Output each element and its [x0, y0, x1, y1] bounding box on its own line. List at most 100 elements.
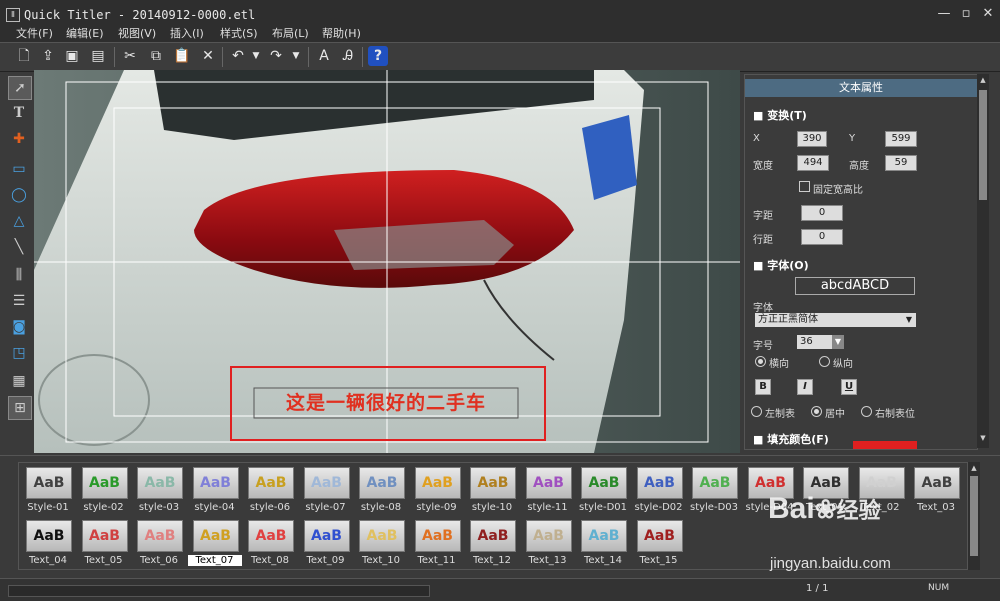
style-item[interactable]: AaB style-D02 [632, 467, 686, 517]
new-file-icon[interactable]: 🗋 [14, 46, 34, 66]
maximize-button[interactable]: ▫ [956, 5, 976, 23]
right-tab-radio[interactable] [861, 406, 872, 417]
scroll-up-icon[interactable]: ▲ [978, 76, 988, 86]
crosshair-tool-icon[interactable]: ✚ [8, 128, 30, 150]
font-size-select[interactable]: 36 ▼ [797, 335, 844, 349]
style-item[interactable]: AaB style-11 [521, 467, 575, 517]
fill-section[interactable]: ■ 填充颜色(F) [753, 431, 829, 447]
x-input[interactable]: 390 [797, 131, 827, 147]
left-tab-radio[interactable] [751, 406, 762, 417]
select-tool-icon[interactable]: ➚ [8, 76, 32, 100]
undo-icon[interactable]: ↶ [228, 46, 248, 66]
style-item[interactable]: AaB Text_12 [465, 520, 519, 570]
app-icon: Ⅱ [6, 8, 20, 22]
style-item[interactable]: AaB Text_08 [243, 520, 297, 570]
open-file-icon[interactable]: ⇪ [38, 46, 58, 66]
text-tool-icon[interactable]: T [8, 102, 30, 124]
text-style-icon[interactable]: A [314, 46, 334, 66]
save-all-icon[interactable]: ▤ [88, 46, 108, 66]
minimize-button[interactable]: — [934, 5, 954, 23]
paste-icon[interactable]: 📋 [172, 46, 192, 66]
italic-button[interactable]: I [797, 379, 813, 395]
style-item[interactable]: AaB Text_03 [909, 467, 963, 517]
toolbar-separator [114, 47, 115, 67]
style-item[interactable]: AaB Style-01 [21, 467, 75, 517]
delete-icon[interactable]: ✕ [198, 46, 218, 66]
style-item[interactable]: AaB Text_07 [187, 520, 242, 570]
style-gallery-scrollbar[interactable]: ▲ [968, 462, 980, 570]
style-item[interactable]: AaB Text_04 [21, 520, 75, 570]
style-item[interactable]: AaB style-08 [354, 467, 408, 517]
ellipse-tool-icon[interactable]: ◯ [8, 184, 30, 206]
menu-view[interactable]: 视图(V) [118, 26, 156, 42]
scroll-up-icon[interactable]: ▲ [969, 464, 979, 472]
undo-dropdown-icon[interactable]: ▼ [250, 46, 262, 66]
table-tool-icon[interactable]: ⊞ [8, 396, 32, 420]
style-item[interactable]: AaB Text_11 [410, 520, 464, 570]
y-input[interactable]: 599 [885, 131, 917, 147]
style-item[interactable]: AaB Text_09 [299, 520, 353, 570]
char-spacing-input[interactable]: 0 [801, 205, 843, 221]
menu-insert[interactable]: 插入(I) [170, 26, 204, 42]
close-button[interactable]: ✕ [978, 5, 998, 23]
style-item[interactable]: AaB Text_13 [521, 520, 575, 570]
center-tool-icon[interactable]: ◙ [8, 316, 30, 338]
menu-layout[interactable]: 布局(L) [272, 26, 309, 42]
font-section[interactable]: ■ 字体(O) [753, 257, 809, 273]
style-item[interactable]: AaB style-D03 [687, 467, 741, 517]
style-item[interactable]: AaB Text_05 [77, 520, 131, 570]
cut-icon[interactable]: ✂ [120, 46, 140, 66]
bold-button[interactable]: B [755, 379, 771, 395]
height-input[interactable]: 59 [885, 155, 917, 171]
save-icon[interactable]: ▣ [62, 46, 82, 66]
style-item[interactable]: AaB style-07 [299, 467, 353, 517]
line-spacing-input[interactable]: 0 [801, 229, 843, 245]
panel-scroll-thumb[interactable] [979, 90, 987, 200]
grid-tool-icon[interactable]: ▦ [8, 370, 30, 392]
style-thumbnail: AaB [303, 520, 350, 552]
caption-text[interactable]: 这是一辆很好的二手车 [254, 388, 518, 418]
lock-aspect-checkbox[interactable] [799, 181, 810, 192]
style-item[interactable]: AaB Text_06 [132, 520, 186, 570]
scroll-down-icon[interactable]: ▼ [978, 434, 988, 444]
menu-style[interactable]: 样式(S) [220, 26, 258, 42]
preview-canvas[interactable]: 这是一辆很好的二手车 [34, 70, 740, 453]
style-item[interactable]: AaB style-03 [132, 467, 186, 517]
vertical-radio[interactable] [819, 356, 830, 367]
redo-icon[interactable]: ↷ [266, 46, 286, 66]
font-family-select[interactable]: 方正正黑简体 ▼ [755, 313, 916, 327]
help-icon[interactable]: ? [368, 46, 388, 66]
menu-file[interactable]: 文件(F) [16, 26, 53, 42]
menu-edit[interactable]: 编辑(E) [66, 26, 104, 42]
copy-icon[interactable]: ⧉ [146, 46, 166, 66]
style-thumbnail: AaB [26, 520, 72, 552]
underline-button[interactable]: U [841, 379, 857, 395]
gallery-scroll-thumb[interactable] [970, 476, 978, 556]
redo-dropdown-icon[interactable]: ▼ [290, 46, 302, 66]
style-item[interactable]: AaB Text_10 [354, 520, 408, 570]
distribute-tool-icon[interactable]: ☰ [8, 290, 30, 312]
text-effect-icon[interactable]: Ꭿ [338, 46, 358, 66]
width-input[interactable]: 494 [797, 155, 829, 171]
rectangle-tool-icon[interactable]: ▭ [8, 158, 30, 180]
triangle-tool-icon[interactable]: △ [8, 210, 30, 232]
line-tool-icon[interactable]: ╲ [8, 236, 30, 258]
style-item[interactable]: AaB Text_14 [576, 520, 630, 570]
align-tool-icon[interactable]: ⫼ [8, 264, 30, 286]
style-item[interactable]: AaB style-04 [188, 467, 242, 517]
style-item[interactable]: AaB style-10 [465, 467, 519, 517]
horizontal-radio[interactable] [755, 356, 766, 367]
transform-section[interactable]: ■ 变换(T) [753, 107, 807, 123]
panel-scrollbar[interactable]: ▲ ▼ [977, 74, 989, 448]
style-name: style-07 [305, 502, 346, 513]
style-item[interactable]: AaB style-09 [410, 467, 464, 517]
style-item[interactable]: AaB style-D01 [576, 467, 630, 517]
arrange-tool-icon[interactable]: ◳ [8, 342, 30, 364]
fill-color-swatch[interactable] [853, 441, 917, 449]
style-item[interactable]: AaB Text_15 [632, 520, 686, 570]
style-thumbnail: AaB [359, 520, 405, 552]
style-item[interactable]: AaB style-02 [77, 467, 131, 517]
menu-help[interactable]: 帮助(H) [322, 26, 361, 42]
style-item[interactable]: AaB style-06 [243, 467, 297, 517]
center-radio[interactable] [811, 406, 822, 417]
